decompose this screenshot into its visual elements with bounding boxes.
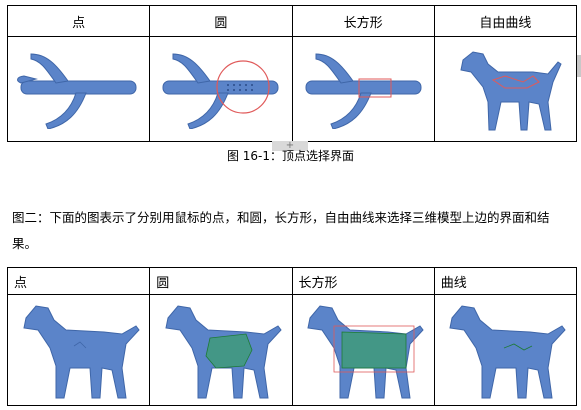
fork-model-circle-image	[162, 53, 279, 129]
dog-circle-result-cell	[149, 294, 293, 406]
header-circle-2: 圆	[149, 267, 293, 295]
dog-model-freeform-cell	[433, 36, 578, 142]
vertex-selection-table: 点 圆 长方形 自由曲线	[6, 5, 578, 142]
fork-model-rectangle-image	[305, 53, 422, 129]
dog-rectangle-result-cell	[291, 294, 435, 406]
header-freeform: 自由曲线	[433, 5, 578, 37]
dog-rectangle-result-image	[307, 304, 424, 398]
header-point-2: 点	[6, 267, 151, 295]
dog-circle-result-image	[165, 304, 282, 398]
fork-model-circle-cell	[149, 36, 293, 142]
fork-model-point-cell	[6, 36, 151, 142]
fork-model-rectangle-cell	[291, 36, 435, 142]
figure-caption: 图 16-1：顶点选择界面	[226, 149, 355, 163]
header-point: 点	[6, 5, 151, 37]
header-circle: 圆	[149, 5, 293, 37]
dog-curve-result-image	[449, 304, 567, 398]
fork-model-image	[17, 53, 137, 129]
dog-model-freeform-image	[460, 50, 562, 130]
header-rectangle: 长方形	[291, 5, 435, 37]
body-paragraph: 图二：下面的图表示了分别用鼠标的点，和圆，长方形，自由曲线来选择三维模型上边的界…	[12, 210, 550, 251]
scrollbar-thumb[interactable]	[577, 55, 581, 77]
header-rectangle-2: 长方形	[291, 267, 435, 295]
selected-mesh-region	[205, 333, 253, 368]
selected-mesh-region-rect	[341, 331, 407, 368]
dog-curve-result-cell	[433, 294, 578, 406]
dog-point-result-image	[23, 304, 140, 398]
selection-result-table: 点 圆 长方形 曲线	[6, 267, 578, 406]
header-curve-2: 曲线	[433, 267, 578, 295]
dog-point-result-cell	[6, 294, 151, 406]
